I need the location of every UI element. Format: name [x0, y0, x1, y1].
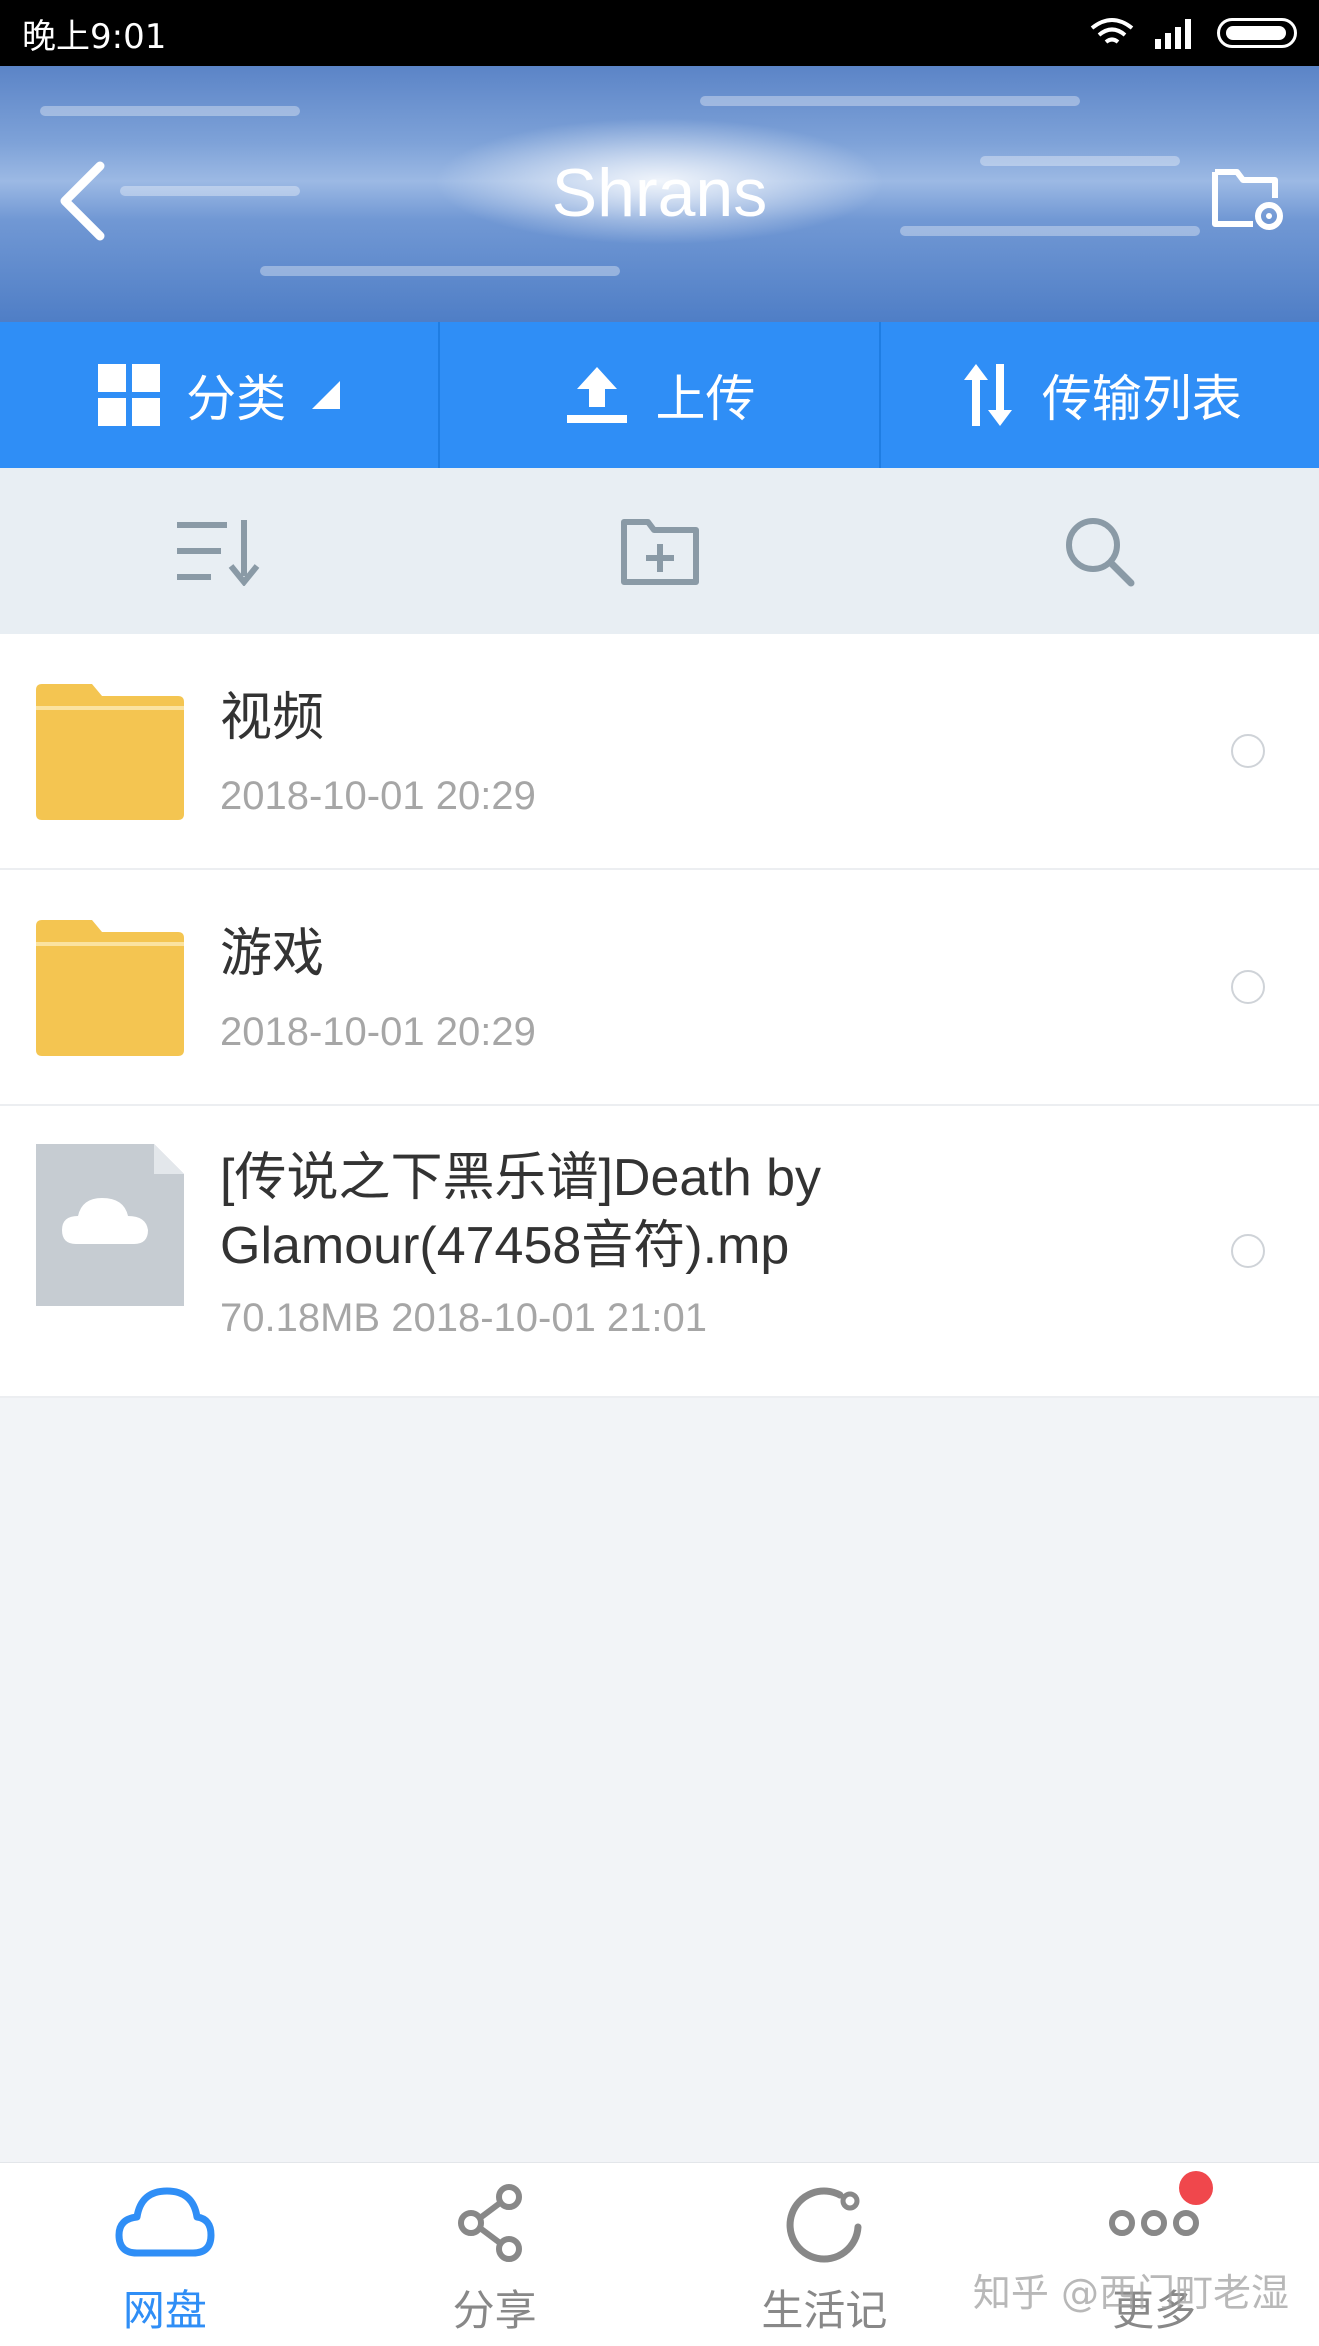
action-bar: 分类 上传 传输列表 — [0, 322, 1319, 468]
file-meta: 2018-10-01 20:29 — [220, 1010, 536, 1054]
nav-item-life-record[interactable]: 生活记 — [660, 2163, 990, 2346]
new-folder-button[interactable] — [440, 468, 880, 634]
transfer-label: 传输列表 — [1041, 370, 1242, 428]
nav-label: 网盘 — [122, 2286, 207, 2335]
transfer-list-button[interactable]: 传输列表 — [881, 322, 1319, 468]
upload-button[interactable]: 上传 — [440, 322, 881, 468]
header-banner: Shrans — [0, 66, 1319, 322]
cloud-file-icon — [36, 1144, 184, 1306]
page-title: Shrans — [551, 155, 768, 231]
life-record-icon — [786, 2187, 862, 2263]
search-button[interactable] — [879, 468, 1319, 634]
dropdown-corner-icon — [312, 381, 341, 409]
file-meta: 70.18MB 2018-10-01 21:01 — [220, 1296, 708, 1340]
folder-icon — [36, 684, 184, 820]
select-checkbox[interactable] — [1231, 734, 1265, 768]
list-item[interactable]: 游戏 2018-10-01 20:29 — [0, 870, 1319, 1106]
nav-item-share[interactable]: 分享 — [330, 2163, 660, 2346]
toolbar — [0, 468, 1319, 634]
file-list: 视频 2018-10-01 20:29 游戏 2018-10-01 20:29 … — [0, 634, 1319, 1398]
file-name-line1: [传说之下黑乐谱]Death by — [220, 1149, 822, 1207]
select-checkbox[interactable] — [1231, 970, 1265, 1004]
grid-icon — [98, 364, 161, 426]
nav-item-more[interactable]: 更多 — [989, 2163, 1319, 2346]
file-name: 视频 — [220, 689, 325, 747]
folder-settings-icon[interactable] — [1209, 158, 1289, 238]
sort-icon — [176, 520, 260, 586]
search-icon — [1066, 518, 1135, 587]
select-checkbox[interactable] — [1231, 1234, 1265, 1268]
battery-icon — [1217, 18, 1297, 48]
bottom-nav: 网盘 分享 生活记 更多 — [0, 2162, 1319, 2346]
list-item[interactable]: [传说之下黑乐谱]Death by Glamour(47458音符).mp 70… — [0, 1106, 1319, 1398]
share-icon — [457, 2184, 522, 2262]
file-name: 游戏 — [220, 925, 325, 983]
signal-icon — [1155, 19, 1191, 49]
transfer-arrows-icon — [963, 364, 1012, 426]
sort-button[interactable] — [0, 468, 440, 634]
status-bar: 晚上9:01 — [0, 0, 1319, 66]
file-name-line2: Glamour(47458音符).mp — [220, 1217, 790, 1275]
folder-icon — [36, 920, 184, 1056]
file-meta: 2018-10-01 20:29 — [220, 774, 536, 818]
nav-item-cloud-drive[interactable]: 网盘 — [0, 2163, 330, 2346]
upload-icon — [567, 367, 628, 423]
cloud-icon — [115, 2187, 215, 2257]
nav-label: 更多 — [1112, 2286, 1197, 2335]
category-button[interactable]: 分类 — [0, 322, 441, 468]
upload-label: 上传 — [655, 370, 756, 428]
status-icons — [1089, 16, 1297, 50]
status-time: 晚上9:01 — [22, 16, 167, 57]
new-folder-icon — [620, 519, 699, 585]
notification-badge — [1179, 2171, 1214, 2205]
nav-label: 分享 — [452, 2286, 537, 2335]
category-label: 分类 — [186, 370, 287, 428]
list-item[interactable]: 视频 2018-10-01 20:29 — [0, 634, 1319, 870]
wifi-icon — [1090, 18, 1134, 44]
nav-label: 生活记 — [761, 2286, 888, 2335]
